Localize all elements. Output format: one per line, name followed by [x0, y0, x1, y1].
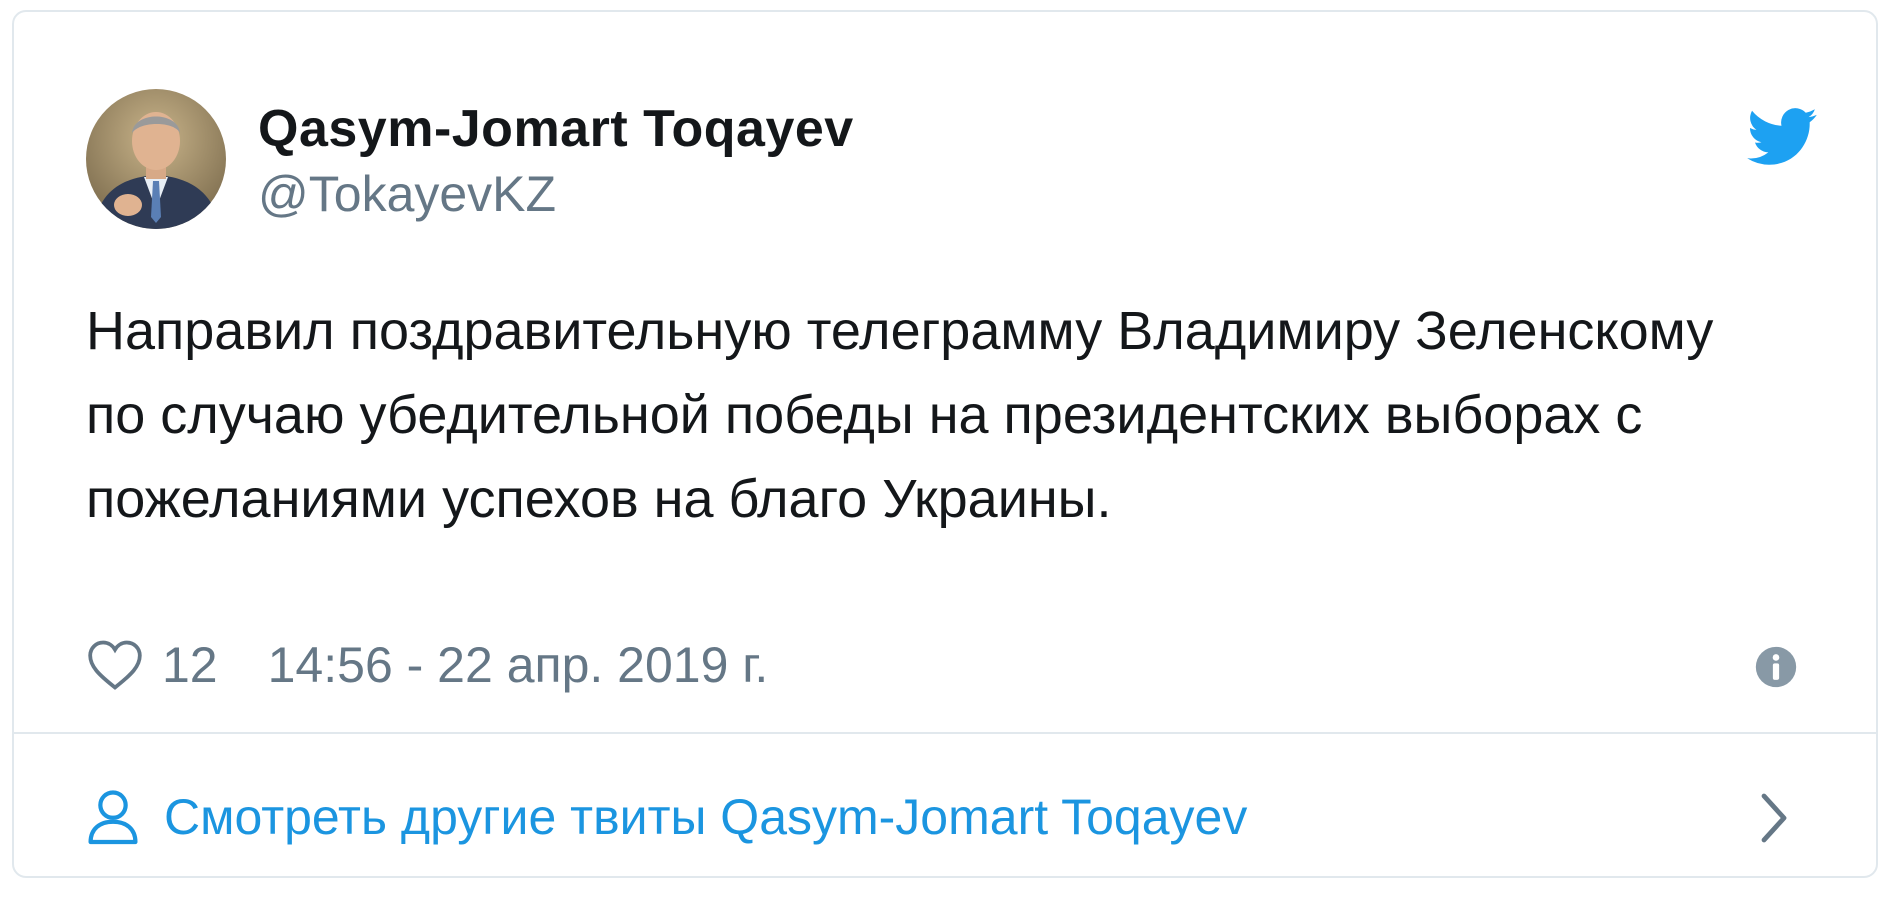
info-icon[interactable]	[1754, 645, 1798, 689]
more-tweets-link[interactable]: Смотреть другие твиты Qasym-Jomart Toqay…	[86, 782, 1247, 852]
tweet-text: Направил поздравительную телеграмму Влад…	[86, 301, 1714, 529]
like-count[interactable]: 12	[162, 636, 218, 694]
avatar-image	[86, 89, 226, 229]
tweet-timestamp[interactable]: 14:56 - 22 апр. 2019 г.	[268, 636, 769, 694]
person-icon	[88, 790, 138, 845]
divider	[14, 732, 1876, 734]
author-handle[interactable]: @TokayevKZ	[258, 165, 556, 223]
twitter-bird-icon[interactable]	[1747, 108, 1817, 166]
tweet-card: Qasym-Jomart Toqayev @TokayevKZ Направил…	[12, 10, 1878, 878]
tweet-meta: 12 14:56 - 22 апр. 2019 г.	[86, 634, 768, 696]
author-name[interactable]: Qasym-Jomart Toqayev	[258, 99, 854, 159]
more-tweets-label[interactable]: Смотреть другие твиты Qasym-Jomart Toqay…	[164, 788, 1247, 846]
chevron-right-icon[interactable]	[1754, 788, 1794, 848]
avatar[interactable]	[86, 89, 226, 229]
heart-icon[interactable]	[86, 639, 144, 691]
